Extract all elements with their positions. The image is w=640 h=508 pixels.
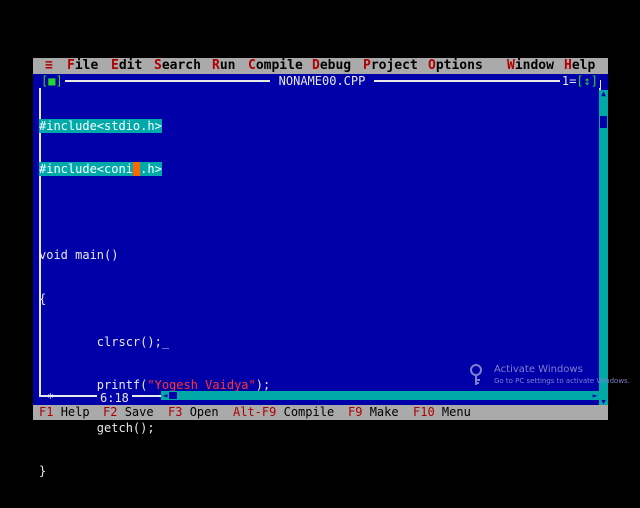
vertical-scroll-thumb[interactable] <box>600 116 607 128</box>
mouse-cursor-block <box>133 162 140 176</box>
fkey-save[interactable]: F2 Save <box>103 405 154 420</box>
horizontal-scroll-thumb[interactable] <box>169 392 177 399</box>
code-line-1: #include<stdio.h> <box>39 118 162 133</box>
menu-search[interactable]: Search <box>154 58 201 74</box>
menu-debug[interactable]: Debug <box>312 58 351 74</box>
code-area[interactable]: #include<stdio.h> #include<conio.h> void… <box>39 90 270 508</box>
watermark-subtitle: Go to PC settings to activate Windows. <box>494 377 630 385</box>
window-title-bar: [■] NONAME00.CPP 1=[↕] <box>33 74 608 88</box>
scroll-up-arrow-icon[interactable]: ▲ <box>599 90 608 98</box>
scroll-right-arrow-icon[interactable]: ► <box>591 391 599 400</box>
horizontal-scrollbar[interactable]: ◄ ► <box>161 391 599 400</box>
modified-marker: * <box>47 391 55 405</box>
system-menu[interactable]: ≡ <box>45 58 53 74</box>
function-key-bar: F1 Help F2 Save F3 Open Alt-F9 Compile F… <box>33 405 608 420</box>
fkey-make[interactable]: F9 Make <box>348 405 399 420</box>
code-line-5: { <box>39 291 47 306</box>
resize-corner[interactable] <box>599 391 608 400</box>
menu-run[interactable]: Run <box>212 58 235 74</box>
fkey-menu[interactable]: F10 Menu <box>413 405 471 420</box>
code-line-6: clrscr();_ <box>96 334 170 349</box>
fkey-open[interactable]: F3 Open <box>168 405 219 420</box>
scroll-left-arrow-icon[interactable]: ◄ <box>161 391 169 400</box>
fkey-compile[interactable]: Alt-F9 Compile <box>233 405 334 420</box>
menu-edit[interactable]: Edit <box>111 58 142 74</box>
key-icon <box>470 364 482 385</box>
code-line-9: } <box>39 464 47 479</box>
text-caret: _ <box>161 334 170 349</box>
menu-bar: ≡ File Edit Search Run Compile Debug Pro… <box>33 58 608 74</box>
watermark-title: Activate Windows <box>494 364 583 375</box>
window-number: 1 <box>561 74 570 88</box>
vertical-scrollbar[interactable]: ▲ ▼ <box>599 90 608 406</box>
menu-window[interactable]: Window <box>507 58 554 74</box>
menu-help[interactable]: Help <box>564 58 595 74</box>
menu-compile[interactable]: Compile <box>248 58 303 74</box>
menu-options[interactable]: Options <box>428 58 483 74</box>
code-line-4: void main() <box>39 248 119 263</box>
window-filename: NONAME00.CPP <box>270 74 374 88</box>
menu-file[interactable]: File <box>67 58 98 74</box>
fkey-help[interactable]: F1 Help <box>39 405 90 420</box>
close-box-icon[interactable]: [■] <box>39 74 65 88</box>
code-line-8: getch(); <box>96 421 155 436</box>
code-line-2: #include<conio.h> <box>39 162 162 177</box>
menu-project[interactable]: Project <box>363 58 418 74</box>
cursor-position: 6:18 <box>97 391 132 405</box>
editor-window[interactable]: [■] NONAME00.CPP 1=[↕] #include<stdio.h>… <box>33 74 608 478</box>
window-number-zoom: 1=[↕] <box>559 74 600 88</box>
zoom-box-icon[interactable]: [↕] <box>576 74 598 88</box>
